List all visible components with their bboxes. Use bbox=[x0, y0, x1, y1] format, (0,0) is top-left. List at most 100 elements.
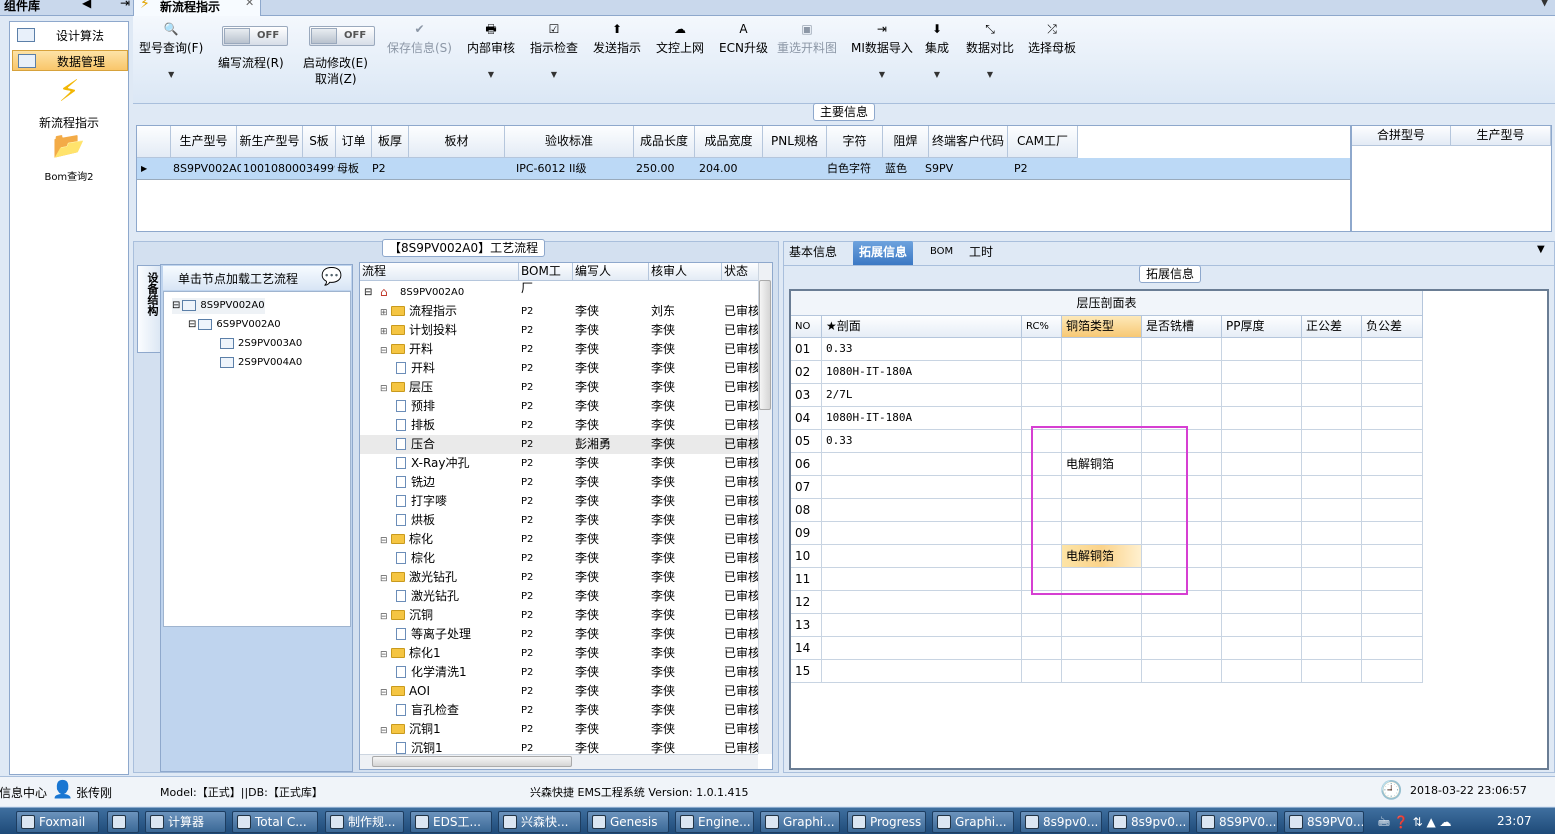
process-row[interactable]: ⊞ 流程指示 P2 李侠 刘东 已审核 bbox=[360, 302, 760, 321]
process-bom[interactable]: P2 bbox=[521, 511, 571, 530]
column-header[interactable]: 正公差 bbox=[1302, 316, 1362, 338]
process-writer[interactable]: 李侠 bbox=[575, 492, 647, 511]
table-cell[interactable] bbox=[1222, 453, 1302, 475]
taskbar-item[interactable]: EDS工... bbox=[410, 811, 492, 833]
table-cell[interactable] bbox=[1022, 361, 1062, 383]
table-cell[interactable] bbox=[1062, 338, 1142, 360]
process-name-cell[interactable]: 预排 bbox=[396, 397, 519, 416]
table-cell[interactable] bbox=[822, 614, 1022, 636]
process-reviewer[interactable]: 李侠 bbox=[651, 454, 720, 473]
table-cell[interactable] bbox=[1222, 522, 1302, 544]
table-cell[interactable]: 白色字符 bbox=[825, 158, 883, 180]
process-name-cell[interactable]: ⊟ 沉铜1 bbox=[380, 720, 519, 741]
process-row[interactable]: 预排 P2 李侠 李侠 已审核 bbox=[360, 397, 760, 416]
column-header[interactable]: 验收标准 bbox=[505, 126, 634, 158]
process-name-cell[interactable]: 压合 bbox=[396, 435, 519, 454]
process-bom[interactable]: P2 bbox=[521, 340, 571, 359]
process-reviewer[interactable]: 李侠 bbox=[651, 397, 720, 416]
table-cell[interactable] bbox=[1062, 361, 1142, 383]
table-cell[interactable] bbox=[822, 453, 1022, 475]
table-cell[interactable] bbox=[1142, 660, 1222, 682]
new-process-button[interactable]: ⚡ 新流程指示 bbox=[10, 74, 128, 131]
tab-new-process[interactable]: 新流程指示 bbox=[133, 0, 261, 16]
process-row[interactable]: ⊟ 开料 P2 李侠 李侠 已审核 bbox=[360, 340, 760, 359]
table-cell[interactable]: 1080H-IT-180A bbox=[822, 407, 1022, 429]
table-cell[interactable] bbox=[822, 660, 1022, 682]
process-bom[interactable]: P2 bbox=[521, 587, 571, 606]
table-cell[interactable] bbox=[822, 545, 1022, 567]
chevron-down-icon[interactable]: ▼ bbox=[530, 70, 578, 79]
process-reviewer[interactable]: 李侠 bbox=[651, 492, 720, 511]
process-writer[interactable]: 彭湘勇 bbox=[575, 435, 647, 454]
process-writer[interactable]: 李侠 bbox=[575, 720, 647, 739]
table-cell[interactable] bbox=[1362, 338, 1423, 360]
table-cell[interactable] bbox=[1062, 660, 1142, 682]
chevron-down-icon[interactable]: ▼ bbox=[467, 70, 515, 79]
info-center-label[interactable]: 信息中心 bbox=[0, 784, 47, 801]
process-row[interactable]: 盲孔检查 P2 李侠 李侠 已审核 bbox=[360, 701, 760, 720]
table-cell[interactable] bbox=[1222, 338, 1302, 360]
column-header[interactable]: 生产型号 bbox=[1451, 126, 1551, 146]
process-status[interactable]: 已审核 bbox=[724, 435, 762, 454]
process-name-cell[interactable]: ⊞ 流程指示 bbox=[380, 302, 519, 323]
taskbar-item[interactable]: Foxmail bbox=[16, 811, 99, 833]
process-writer[interactable]: 李侠 bbox=[575, 587, 647, 606]
process-bom[interactable]: P2 bbox=[521, 435, 571, 454]
column-header[interactable]: 终端客户代码 bbox=[929, 126, 1008, 158]
process-bom[interactable]: P2 bbox=[521, 701, 571, 720]
toolbar-button-6[interactable]: ⬆ 发送指示 bbox=[593, 22, 641, 56]
table-cell[interactable] bbox=[1302, 361, 1362, 383]
toolbar-button-9[interactable]: ▣ 重选开料图 bbox=[777, 22, 837, 56]
process-reviewer[interactable]: 李侠 bbox=[651, 359, 720, 378]
process-status[interactable]: 已审核 bbox=[724, 454, 762, 473]
process-reviewer[interactable]: 李侠 bbox=[651, 606, 720, 625]
table-row[interactable]: 02 1080H-IT-180A bbox=[791, 361, 1423, 384]
process-writer[interactable]: 李侠 bbox=[575, 321, 647, 340]
process-bom[interactable]: P2 bbox=[521, 625, 571, 644]
column-header[interactable]: ★剖面 bbox=[822, 316, 1022, 338]
close-icon[interactable]: ✕ bbox=[245, 0, 254, 9]
chevron-down-icon[interactable]: ▼ bbox=[139, 70, 203, 79]
column-header[interactable]: 字符 bbox=[827, 126, 883, 158]
toolbar-button-4[interactable]: 🖶 内部审核 ▼ bbox=[467, 22, 515, 79]
vertical-scroll-thumb[interactable] bbox=[759, 280, 771, 410]
process-status[interactable]: 已审核 bbox=[724, 416, 762, 435]
process-writer[interactable]: 李侠 bbox=[575, 663, 647, 682]
process-reviewer[interactable]: 李侠 bbox=[651, 530, 720, 549]
collapse-icon[interactable]: ⊟ bbox=[364, 283, 372, 302]
table-cell[interactable] bbox=[1302, 545, 1362, 567]
process-name-cell[interactable]: 盲孔检查 bbox=[396, 701, 519, 720]
toolbar-button-sublabel[interactable]: 取消(Z) bbox=[315, 70, 357, 87]
process-status[interactable]: 已审核 bbox=[724, 644, 762, 663]
table-cell[interactable]: S9PV bbox=[923, 158, 1012, 180]
table-cell[interactable] bbox=[1302, 637, 1362, 659]
table-cell[interactable] bbox=[1362, 660, 1423, 682]
column-header[interactable]: 成品长度 bbox=[634, 126, 695, 158]
table-cell[interactable] bbox=[1022, 338, 1062, 360]
table-cell[interactable] bbox=[1302, 384, 1362, 406]
toolbar-button-8[interactable]: A ECN升级 bbox=[719, 22, 768, 56]
process-writer[interactable]: 李侠 bbox=[575, 454, 647, 473]
process-writer[interactable]: 李侠 bbox=[575, 416, 647, 435]
process-bom[interactable]: P2 bbox=[521, 492, 571, 511]
table-cell[interactable] bbox=[1362, 453, 1423, 475]
table-cell[interactable] bbox=[1222, 660, 1302, 682]
table-cell[interactable] bbox=[765, 158, 825, 180]
process-writer[interactable]: 李侠 bbox=[575, 340, 647, 359]
process-bom[interactable]: P2 bbox=[521, 321, 571, 340]
process-row[interactable]: X-Ray冲孔 P2 李侠 李侠 已审核 bbox=[360, 454, 760, 473]
table-cell[interactable] bbox=[472, 158, 514, 180]
column-header[interactable]: 负公差 bbox=[1362, 316, 1423, 338]
process-writer[interactable]: 李侠 bbox=[575, 549, 647, 568]
process-status[interactable]: 已审核 bbox=[724, 682, 762, 701]
process-row[interactable]: 激光钻孔 P2 李侠 李侠 已审核 bbox=[360, 587, 760, 606]
column-header[interactable]: 新生产型号 bbox=[237, 126, 303, 158]
toolbar-button-11[interactable]: ⬇ 集成 ▼ bbox=[925, 22, 949, 79]
process-name-cell[interactable]: 棕化 bbox=[396, 549, 519, 568]
table-cell[interactable]: 1080H-IT-180A bbox=[822, 361, 1022, 383]
table-cell[interactable]: IPC-6012 II级 bbox=[514, 158, 634, 180]
column-header[interactable]: NO bbox=[791, 316, 822, 338]
table-row[interactable]: 15 bbox=[791, 660, 1423, 683]
process-reviewer[interactable]: 李侠 bbox=[651, 720, 720, 739]
process-status[interactable]: 已审核 bbox=[724, 397, 762, 416]
